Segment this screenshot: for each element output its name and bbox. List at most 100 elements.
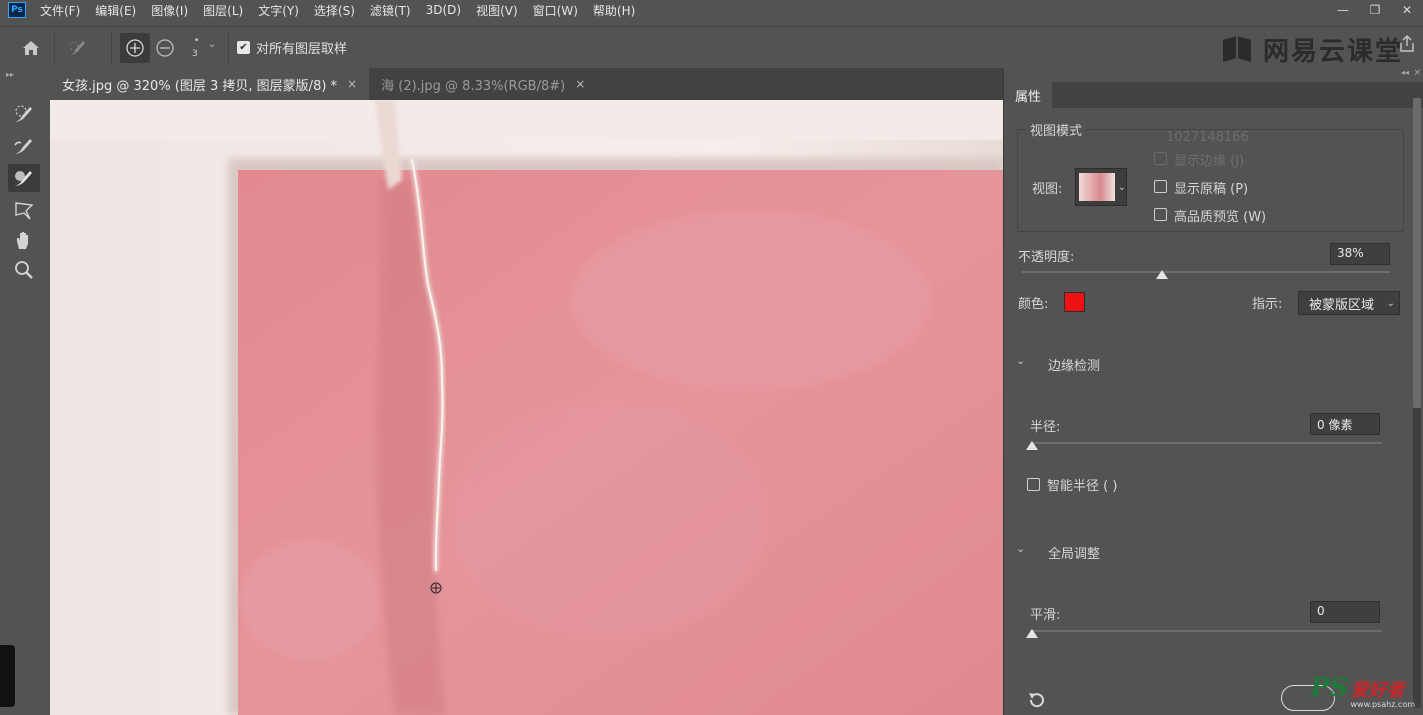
show-edge-checkbox[interactable] bbox=[1154, 152, 1167, 165]
tab-properties[interactable]: 属性 bbox=[1004, 82, 1053, 108]
chevron-down-icon: ⌄ bbox=[1117, 181, 1126, 193]
tools-panel: ▸▸ bbox=[0, 68, 50, 715]
separator bbox=[54, 32, 55, 63]
netease-watermark: 网易云课堂 bbox=[1219, 31, 1403, 68]
watermark-url: www.psahz.com bbox=[1350, 700, 1415, 709]
collapse-section-icon[interactable]: ⌄ bbox=[1016, 354, 1025, 367]
chevron-down-icon: ⌄ bbox=[208, 38, 217, 50]
smart-radius-checkbox[interactable] bbox=[1027, 478, 1040, 491]
panel-tab-bar: 属性 bbox=[1004, 82, 1423, 108]
site-watermark: PS 爱好者 www.psahz.com bbox=[1281, 673, 1415, 711]
separator bbox=[228, 32, 229, 63]
lasso-tool-icon[interactable] bbox=[8, 196, 40, 224]
scrollbar-thumb[interactable] bbox=[1413, 98, 1421, 408]
hq-preview-label: 高品质预览 (W) bbox=[1174, 210, 1267, 225]
global-refine-title[interactable]: 全局调整 bbox=[1048, 543, 1100, 562]
collapse-section-icon[interactable]: ⌄ bbox=[1016, 542, 1025, 555]
edge-detection-title[interactable]: 边缘检测 bbox=[1048, 355, 1100, 374]
smooth-slider-track[interactable] bbox=[1030, 630, 1382, 632]
minimize-button[interactable]: — bbox=[1327, 0, 1359, 20]
menu-layer[interactable]: 图层(L) bbox=[203, 2, 243, 19]
restore-button[interactable]: ❐ bbox=[1359, 0, 1391, 20]
menu-window[interactable]: 窗口(W) bbox=[533, 2, 578, 19]
opacity-label: 不透明度: bbox=[1018, 250, 1075, 265]
radius-label: 半径: bbox=[1030, 420, 1061, 435]
sample-all-layers-checkbox[interactable]: ✔ bbox=[237, 41, 250, 54]
hand-tool-icon[interactable] bbox=[8, 226, 40, 254]
refine-brush-preset-icon[interactable] bbox=[63, 33, 93, 63]
opacity-field[interactable]: 38% bbox=[1330, 243, 1390, 265]
menu-view[interactable]: 视图(V) bbox=[476, 2, 518, 19]
image-canvas[interactable] bbox=[50, 100, 1003, 715]
share-icon[interactable] bbox=[1399, 35, 1415, 57]
home-icon[interactable] bbox=[16, 33, 46, 63]
collapse-panel-icon[interactable]: ◂◂ bbox=[1401, 68, 1409, 77]
close-panel-icon[interactable]: × bbox=[1413, 68, 1421, 78]
view-thumbnail bbox=[1079, 173, 1115, 201]
smooth-label: 平滑: bbox=[1030, 608, 1061, 623]
overlay-color-swatch[interactable] bbox=[1064, 292, 1085, 312]
smart-radius-label: 智能半径 ( ) bbox=[1047, 479, 1118, 494]
view-mode-label: 视图模式 bbox=[1026, 120, 1087, 139]
zoom-tool-icon[interactable] bbox=[8, 256, 40, 284]
close-tab-icon[interactable]: × bbox=[575, 77, 585, 91]
close-tab-icon[interactable]: × bbox=[347, 77, 357, 91]
menu-help[interactable]: 帮助(H) bbox=[593, 2, 635, 19]
show-original-label: 显示原稿 (P) bbox=[1174, 182, 1249, 197]
quick-selection-tool-icon[interactable] bbox=[8, 100, 40, 128]
view-label: 视图: bbox=[1032, 182, 1063, 197]
panel-scrollbar[interactable] bbox=[1413, 98, 1421, 708]
tab-title: 海 (2).jpg @ 8.33%(RGB/8#) bbox=[381, 78, 566, 94]
menu-select[interactable]: 选择(S) bbox=[314, 2, 355, 19]
overlay-number: 1027148166 bbox=[1166, 130, 1249, 145]
document-tab-sea[interactable]: 海 (2).jpg @ 8.33%(RGB/8#) × bbox=[369, 68, 597, 100]
options-bar: • 3 ⌄ ✔ 对所有图层取样 网易云课堂 bbox=[0, 26, 1423, 68]
indicate-value: 被蒙版区域 bbox=[1309, 297, 1375, 313]
watermark-text: 爱好者 bbox=[1350, 680, 1405, 701]
side-handle bbox=[0, 645, 15, 707]
properties-panel: ◂◂ × 属性 视图模式 1027148166 视图: ⌄ 显示边缘 (J) 显… bbox=[1003, 68, 1423, 715]
smooth-field[interactable]: 0 bbox=[1310, 601, 1380, 623]
close-button[interactable]: ✕ bbox=[1391, 0, 1423, 20]
smooth-slider-thumb[interactable] bbox=[1026, 629, 1038, 638]
menu-type[interactable]: 文字(Y) bbox=[258, 2, 299, 19]
window-controls: — ❐ ✕ bbox=[1327, 0, 1423, 20]
brush-size-value: 3 bbox=[192, 48, 198, 59]
show-original-checkbox[interactable] bbox=[1154, 180, 1167, 193]
tab-title: 女孩.jpg @ 320% (图层 3 拷贝, 图层蒙版/8) * bbox=[62, 78, 338, 94]
expand-mode-icon[interactable] bbox=[120, 32, 150, 63]
document-tabs: 女孩.jpg @ 320% (图层 3 拷贝, 图层蒙版/8) * × 海 (2… bbox=[50, 68, 1003, 100]
opacity-slider-thumb[interactable] bbox=[1155, 270, 1168, 279]
chevron-down-icon: ⌄ bbox=[1386, 297, 1395, 309]
menu-edit[interactable]: 编辑(E) bbox=[95, 2, 136, 19]
menu-3d[interactable]: 3D(D) bbox=[426, 3, 461, 17]
watermark-ps: PS bbox=[1310, 673, 1349, 703]
contract-mode-icon[interactable] bbox=[150, 33, 180, 63]
menu-filter[interactable]: 滤镜(T) bbox=[370, 2, 411, 19]
reset-icon[interactable] bbox=[1026, 690, 1048, 714]
document-tab-girl[interactable]: 女孩.jpg @ 320% (图层 3 拷贝, 图层蒙版/8) * × bbox=[50, 68, 370, 100]
hq-preview-checkbox[interactable] bbox=[1154, 208, 1167, 221]
view-mode-dropdown[interactable]: ⌄ bbox=[1075, 168, 1127, 206]
brush-tool-icon[interactable] bbox=[8, 164, 40, 192]
netease-watermark-text: 网易云课堂 bbox=[1262, 37, 1403, 67]
indicate-dropdown[interactable]: 被蒙版区域 ⌄ bbox=[1298, 291, 1400, 315]
collapse-toolbar-icon[interactable]: ▸▸ bbox=[6, 70, 14, 79]
color-label: 颜色: bbox=[1018, 297, 1049, 312]
separator bbox=[111, 32, 112, 63]
indicate-label: 指示: bbox=[1252, 297, 1283, 312]
book-logo-icon bbox=[1222, 35, 1251, 62]
radius-field[interactable]: 0 像素 bbox=[1310, 413, 1380, 435]
menu-image[interactable]: 图像(I) bbox=[151, 2, 188, 19]
radius-slider-track[interactable] bbox=[1030, 442, 1382, 444]
show-edge-label: 显示边缘 (J) bbox=[1174, 154, 1245, 169]
menu-bar: Ps 文件(F) 编辑(E) 图像(I) 图层(L) 文字(Y) 选择(S) 滤… bbox=[0, 0, 1423, 20]
brush-size-picker[interactable]: • 3 ⌄ bbox=[180, 33, 220, 63]
opacity-slider-track[interactable] bbox=[1022, 271, 1390, 273]
menu-file[interactable]: 文件(F) bbox=[40, 2, 80, 19]
radius-slider-thumb[interactable] bbox=[1026, 441, 1038, 450]
brush-cursor bbox=[430, 582, 442, 594]
photoshop-logo: Ps bbox=[8, 2, 26, 18]
sample-all-layers-label: 对所有图层取样 bbox=[256, 42, 348, 57]
refine-edge-brush-tool-icon[interactable] bbox=[8, 132, 40, 160]
